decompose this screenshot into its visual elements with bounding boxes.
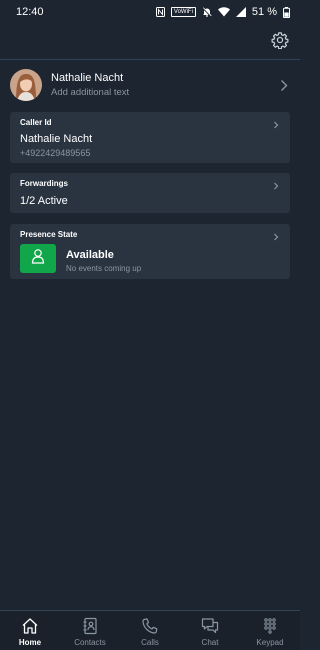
nav-item-contacts[interactable]: Contacts	[60, 611, 120, 650]
keypad-icon	[261, 617, 279, 635]
battery-percent: 51 %	[251, 6, 277, 18]
nav-label-contacts: Contacts	[74, 638, 106, 647]
status-icons: VoWiFi 51 %	[155, 6, 290, 18]
nav-label-chat: Chat	[201, 638, 219, 647]
wifi-icon	[217, 7, 230, 17]
caller-id-name: Nathalie Nacht	[20, 133, 93, 145]
caller-id-title: Caller Id	[20, 118, 52, 127]
nav-label-home: Home	[18, 638, 42, 647]
gear-icon	[271, 31, 289, 54]
chevron-right-icon	[272, 178, 280, 190]
nfc-icon	[155, 7, 165, 17]
presence-state-card[interactable]: Presence State Available No events comin…	[10, 224, 290, 279]
status-time: 12:40	[16, 6, 44, 18]
nav-label-keypad: Keypad	[256, 638, 284, 647]
nav-item-keypad[interactable]: Keypad	[240, 611, 300, 650]
forwardings-title: Forwardings	[20, 179, 69, 188]
settings-button[interactable]	[268, 30, 292, 54]
presence-subtitle: No events coming up	[66, 264, 142, 273]
app-bar	[0, 24, 300, 60]
presence-status-badge	[20, 244, 56, 273]
caller-id-number: +4922429489565	[20, 148, 91, 158]
status-bar: 12:40 VoWiFi 51 %	[0, 0, 300, 24]
profile-row[interactable]: Nathalie Nacht Add additional text	[0, 62, 300, 108]
profile-name: Nathalie Nacht	[51, 72, 124, 84]
presence-state-title: Presence State	[20, 230, 78, 239]
signal-icon	[235, 7, 246, 17]
avatar	[10, 69, 42, 101]
nav-item-chat[interactable]: Chat	[180, 611, 240, 650]
chevron-right-icon	[278, 78, 290, 92]
battery-icon	[283, 6, 290, 18]
phone-icon	[141, 617, 159, 635]
nav-item-calls[interactable]: Calls	[120, 611, 180, 650]
chat-icon	[201, 617, 219, 635]
vowifi-badge: VoWiFi	[170, 7, 196, 17]
presence-status: Available	[66, 249, 114, 261]
mute-bell-icon	[202, 7, 212, 17]
contacts-icon	[81, 617, 99, 635]
profile-subtitle: Add additional text	[51, 87, 130, 98]
chevron-right-icon	[272, 229, 280, 241]
forwardings-card[interactable]: Forwardings 1/2 Active	[10, 173, 290, 213]
bottom-nav: Home Contacts Calls Chat Keypad	[0, 610, 300, 650]
person-icon	[31, 248, 45, 269]
caller-id-card[interactable]: Caller Id Nathalie Nacht +4922429489565	[10, 112, 290, 163]
chevron-right-icon	[272, 117, 280, 129]
nav-label-calls: Calls	[141, 638, 159, 647]
forwardings-status: 1/2 Active	[20, 195, 68, 207]
nav-item-home[interactable]: Home	[0, 611, 60, 650]
home-icon	[21, 617, 39, 635]
